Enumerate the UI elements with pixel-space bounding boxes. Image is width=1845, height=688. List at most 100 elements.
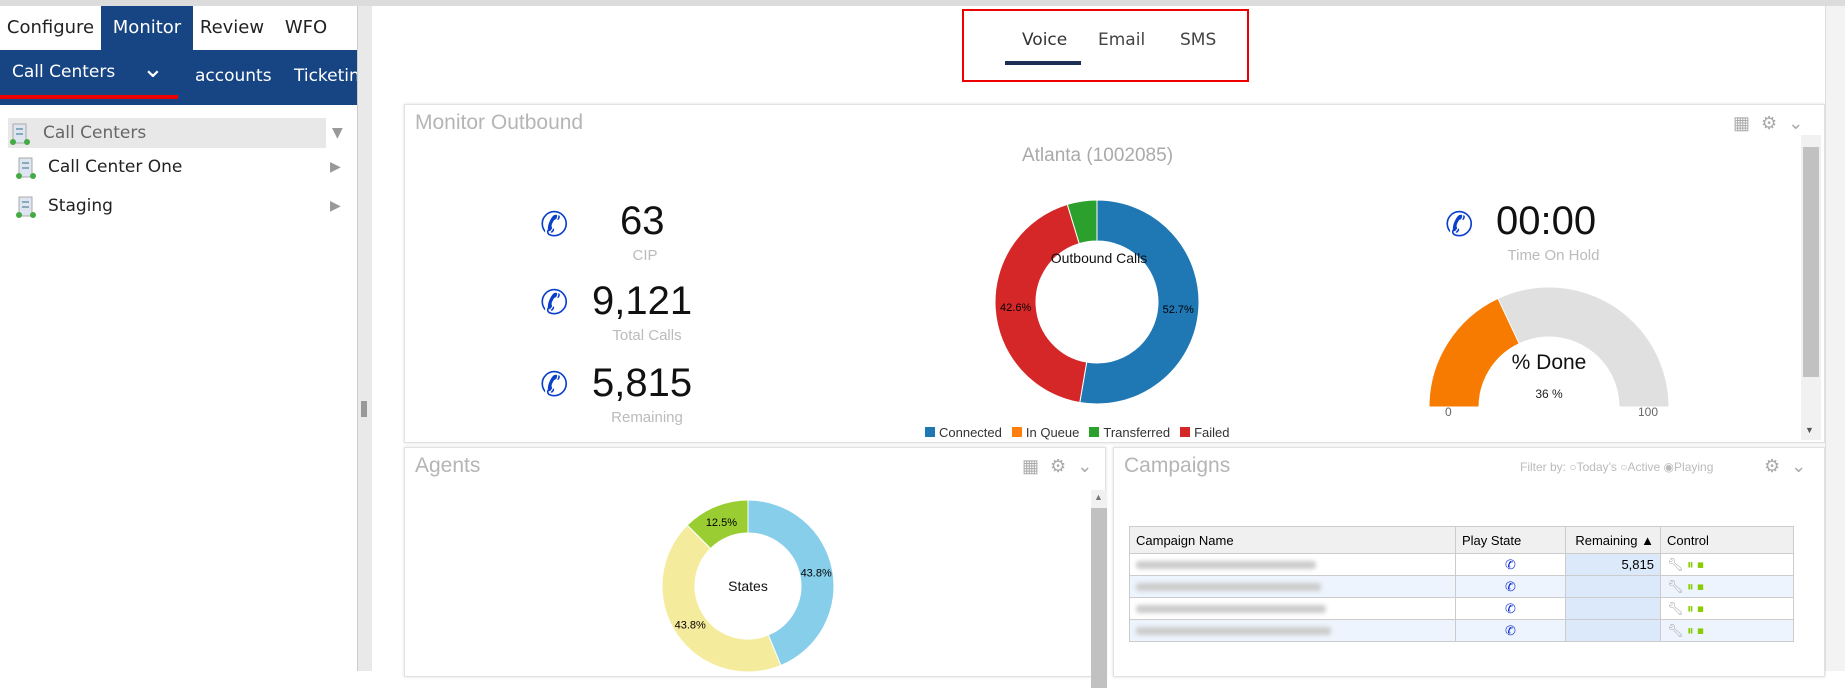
filter-playing[interactable]: ◉Playing xyxy=(1664,460,1714,474)
active-tab-underline xyxy=(1005,61,1081,65)
gauge-title: % Done xyxy=(1511,351,1587,374)
subnav-call-centers[interactable]: Call Centers xyxy=(12,62,115,82)
col-campaign-name[interactable]: Campaign Name xyxy=(1129,526,1456,554)
legend-swatch xyxy=(1180,427,1191,437)
campaigns-panel: Campaigns Filter by: ○Today's ○Active ◉P… xyxy=(1113,447,1825,677)
vertical-scrollbar[interactable]: ▲ xyxy=(1091,490,1107,688)
gauge-min: 0 xyxy=(1445,405,1452,419)
remaining-cell xyxy=(1565,597,1661,620)
gauge-value: 36 % xyxy=(1535,387,1563,401)
col-control[interactable]: Control xyxy=(1660,526,1794,554)
legend-item[interactable]: Transferred xyxy=(1089,425,1170,440)
vertical-scrollbar[interactable]: ▼ xyxy=(1801,135,1821,440)
tree-item-label: Staging xyxy=(48,196,113,216)
tab-review[interactable]: Review xyxy=(193,6,271,50)
tree-item-label: Call Center One xyxy=(48,157,183,177)
tab-monitor[interactable]: Monitor xyxy=(101,6,193,50)
tab-configure[interactable]: Configure xyxy=(0,6,101,50)
tab-sms[interactable]: SMS xyxy=(1180,30,1216,50)
panel-toolbar: ⚙ ⌄ xyxy=(1764,456,1806,477)
caret-right-icon[interactable]: ▶ xyxy=(330,152,341,182)
tab-email[interactable]: Email xyxy=(1098,30,1145,50)
legend-item[interactable]: Failed xyxy=(1180,425,1230,440)
active-underline xyxy=(0,95,178,99)
legend-label: In Queue xyxy=(1025,425,1080,440)
agent-states-chart: 43.8% 43.8% 12.5% xyxy=(661,499,835,673)
gear-icon[interactable]: ⚙ xyxy=(1764,456,1780,476)
subnav-accounts[interactable]: accounts xyxy=(195,66,272,86)
data-label: 43.8% xyxy=(675,620,706,632)
agents-panel: Agents ▦ ⚙ ⌄ 43.8% 43.8% 12.5% States ▲ xyxy=(404,447,1107,688)
chart-legend: Connected In Queue Transferred Failed xyxy=(925,425,1325,440)
tree-root-label: Call Centers xyxy=(43,123,147,143)
sort-asc-icon: ▲ xyxy=(1641,532,1654,548)
stop-icon[interactable]: ⏹︎ xyxy=(1697,601,1704,616)
chevron-down-icon[interactable]: ⌄ xyxy=(1077,456,1092,476)
col-remaining[interactable]: Remaining ▲ xyxy=(1565,526,1661,554)
agents-slice[interactable] xyxy=(661,524,782,673)
donut-center-label: States xyxy=(728,578,768,594)
tab-wfo[interactable]: WFO xyxy=(271,6,341,50)
building-icon xyxy=(16,194,36,218)
outbound-slice[interactable] xyxy=(1079,199,1200,405)
pause-icon[interactable]: ⏸︎ xyxy=(1687,601,1694,616)
building-icon xyxy=(10,121,30,145)
panel-splitter[interactable] xyxy=(357,6,372,671)
data-label: 12.5% xyxy=(706,517,737,529)
play-state-phone-icon: ✆ xyxy=(1455,575,1566,598)
controls: 🔧︎ ⏸︎ ⏹︎ xyxy=(1660,597,1794,620)
stop-icon[interactable]: ⏹︎ xyxy=(1697,623,1704,638)
channel-tabs: Voice Email SMS xyxy=(962,9,1249,82)
caret-right-icon[interactable]: ▶ xyxy=(330,191,341,221)
table-row[interactable]: ✆ 🔧︎ ⏸︎ ⏹︎ xyxy=(1129,597,1794,620)
wrench-icon[interactable]: 🔧︎ xyxy=(1667,623,1684,638)
legend-item[interactable]: Connected xyxy=(925,425,1002,440)
scroll-thumb[interactable] xyxy=(1803,147,1819,377)
campaign-name xyxy=(1129,597,1456,620)
table-row[interactable]: ✆ 🔧︎ ⏸︎ ⏹︎ xyxy=(1129,619,1794,642)
table-row[interactable]: ✆ 🔧︎ ⏸︎ ⏹︎ xyxy=(1129,575,1794,598)
remaining-cell: 5,815 xyxy=(1565,553,1661,576)
scroll-thumb[interactable] xyxy=(1091,508,1107,688)
tree-item-staging[interactable]: Staging ▶ xyxy=(8,191,341,221)
col-play-state[interactable]: Play State xyxy=(1455,526,1566,554)
filter-bar: Filter by: ○Today's ○Active ◉Playing xyxy=(1520,460,1713,474)
tree-root[interactable]: Call Centers ▼ xyxy=(8,118,343,148)
campaigns-table: Campaign Name Play State Remaining ▲ Con… xyxy=(1129,526,1794,642)
donut-center-label: Outbound Calls xyxy=(1050,250,1148,266)
caret-down-icon[interactable]: ▼ xyxy=(332,118,343,148)
legend-swatch xyxy=(925,427,935,437)
stop-icon[interactable]: ⏹︎ xyxy=(1697,579,1704,594)
pause-icon[interactable]: ⏸︎ xyxy=(1687,579,1694,594)
legend-swatch xyxy=(1011,427,1022,437)
table-row[interactable]: ✆ 5,815 🔧︎ ⏸︎ ⏹︎ xyxy=(1129,553,1794,576)
legend-label: Connected xyxy=(939,425,1002,440)
data-label: 43.8% xyxy=(801,567,832,579)
filter-todays[interactable]: ○Today's xyxy=(1569,460,1617,474)
tab-voice[interactable]: Voice xyxy=(1022,30,1067,50)
page-scrollbar[interactable] xyxy=(1825,6,1845,671)
chevron-down-icon[interactable]: ⌄ xyxy=(142,54,164,84)
data-label: 42.6% xyxy=(1000,302,1031,314)
scroll-down-arrow[interactable]: ▼ xyxy=(1805,425,1814,435)
wrench-icon[interactable]: 🔧︎ xyxy=(1667,579,1684,594)
remaining-cell xyxy=(1565,619,1661,642)
wrench-icon[interactable]: 🔧︎ xyxy=(1667,557,1684,572)
wrench-icon[interactable]: 🔧︎ xyxy=(1667,601,1684,616)
tree-item-call-center-one[interactable]: Call Center One ▶ xyxy=(8,152,341,182)
play-state-phone-icon: ✆ xyxy=(1455,553,1566,576)
scroll-up-arrow[interactable]: ▲ xyxy=(1094,492,1103,502)
pause-icon[interactable]: ⏸︎ xyxy=(1687,623,1694,638)
controls: 🔧︎ ⏸︎ ⏹︎ xyxy=(1660,553,1794,576)
monitor-outbound-panel: Monitor Outbound ▦ ⚙ ⌄ Atlanta (1002085)… xyxy=(404,104,1825,443)
controls: 🔧︎ ⏸︎ ⏹︎ xyxy=(1660,575,1794,598)
pause-icon[interactable]: ⏸︎ xyxy=(1687,557,1694,572)
stop-icon[interactable]: ⏹︎ xyxy=(1697,557,1704,572)
filter-active[interactable]: ○Active xyxy=(1620,460,1660,474)
panel-title: Campaigns xyxy=(1124,454,1231,477)
chevron-down-icon[interactable]: ⌄ xyxy=(1791,456,1806,476)
campaign-name xyxy=(1129,619,1456,642)
gauge-max: 100 xyxy=(1638,405,1659,419)
building-icon xyxy=(16,155,36,179)
legend-item[interactable]: In Queue xyxy=(1011,425,1080,440)
